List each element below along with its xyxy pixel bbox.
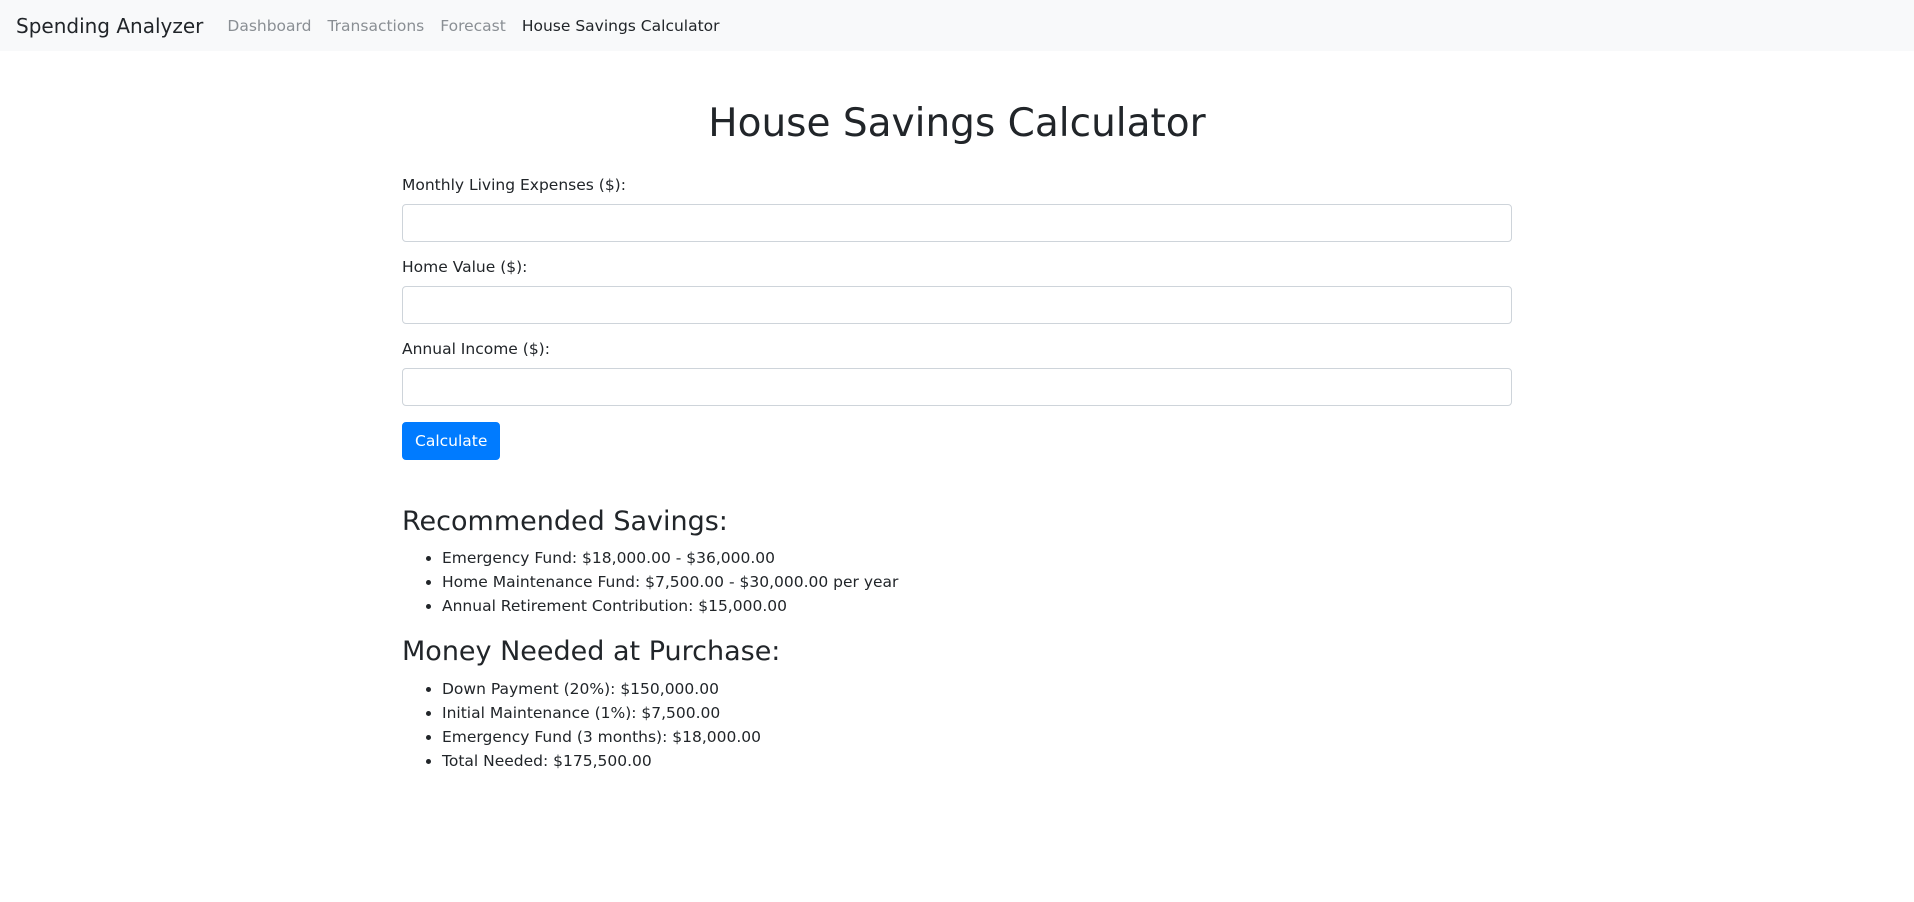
list-item: Home Maintenance Fund: $7,500.00 - $30,0… — [442, 570, 1512, 594]
list-item: Total Needed: $175,500.00 — [442, 749, 1512, 773]
annual-income-label: Annual Income ($): — [402, 339, 550, 358]
nav-link-house-savings-calculator[interactable]: House Savings Calculator — [522, 17, 720, 35]
list-item: Emergency Fund: $18,000.00 - $36,000.00 — [442, 546, 1512, 570]
list-item: Annual Retirement Contribution: $15,000.… — [442, 594, 1512, 618]
recommended-savings-heading: Recommended Savings: — [402, 505, 728, 537]
nav-link-transactions[interactable]: Transactions — [327, 17, 424, 35]
list-item: Emergency Fund (3 months): $18,000.00 — [442, 725, 1512, 749]
brand-link[interactable]: Spending Analyzer — [16, 14, 203, 38]
home-value-input[interactable] — [402, 285, 1512, 324]
calculator-form: Monthly Living Expenses ($): Home Value … — [402, 176, 1512, 460]
home-value-label: Home Value ($): — [402, 257, 528, 276]
list-item: Down Payment (20%): $150,000.00 — [442, 677, 1512, 701]
page-title: House Savings Calculator — [708, 101, 1206, 146]
nav-link-forecast[interactable]: Forecast — [440, 17, 506, 35]
money-needed-heading: Money Needed at Purchase: — [402, 636, 781, 668]
monthly-expenses-label: Monthly Living Expenses ($): — [402, 175, 626, 194]
recommended-savings-list: Emergency Fund: $18,000.00 - $36,000.00 … — [402, 546, 1512, 618]
monthly-expenses-group: Monthly Living Expenses ($): — [402, 176, 1512, 242]
home-value-group: Home Value ($): — [402, 258, 1512, 324]
monthly-expenses-input[interactable] — [402, 203, 1512, 242]
calculate-button[interactable]: Calculate — [402, 421, 501, 460]
list-item: Initial Maintenance (1%): $7,500.00 — [442, 701, 1512, 725]
nav-link-dashboard[interactable]: Dashboard — [227, 17, 311, 35]
main-container: House Savings Calculator Monthly Living … — [402, 51, 1512, 773]
results-section: Recommended Savings: Emergency Fund: $18… — [402, 506, 1512, 773]
annual-income-group: Annual Income ($): — [402, 340, 1512, 406]
navbar: Spending Analyzer Dashboard Transactions… — [0, 0, 1914, 51]
annual-income-input[interactable] — [402, 367, 1512, 406]
money-needed-list: Down Payment (20%): $150,000.00 Initial … — [402, 677, 1512, 773]
